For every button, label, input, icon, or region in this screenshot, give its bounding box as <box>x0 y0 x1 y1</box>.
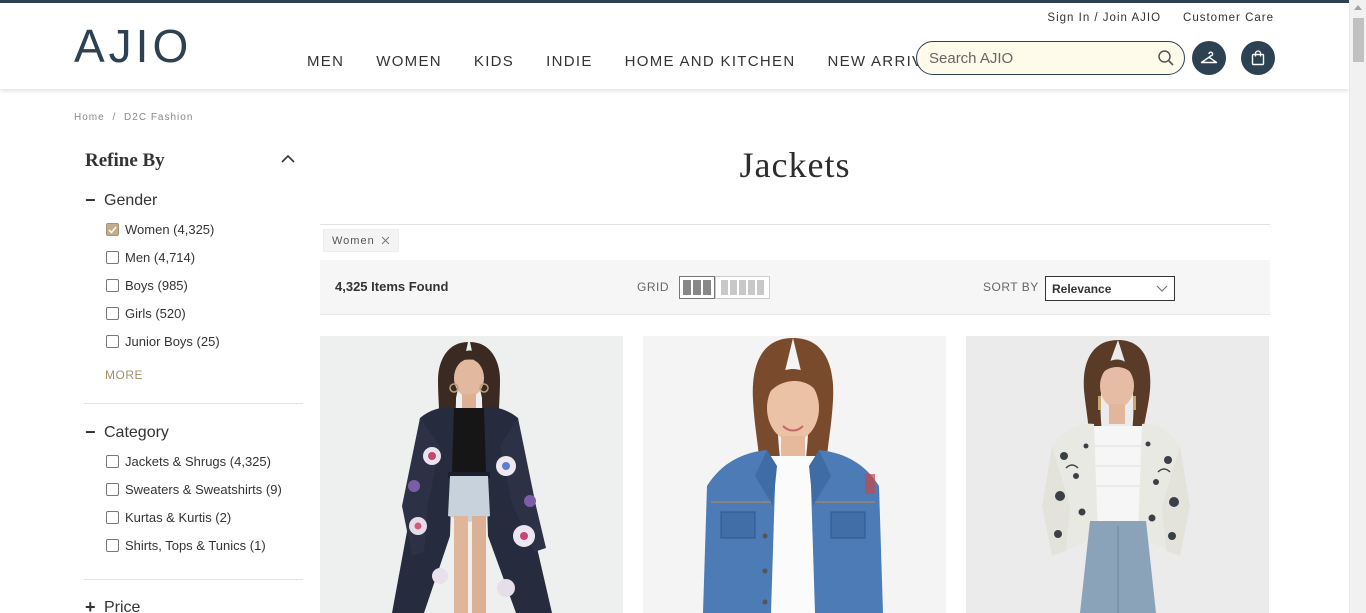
site-header: AJIO Sign In / Join AJIO Customer Care M… <box>0 3 1349 89</box>
collapse-icon: − <box>85 190 96 210</box>
collapse-icon: − <box>85 422 96 442</box>
search-icon[interactable] <box>1157 49 1175 67</box>
divider <box>320 224 1270 225</box>
divider <box>84 579 303 580</box>
filter-category-label: Category <box>104 423 169 441</box>
filter-option-label: Girls (520) <box>125 306 186 321</box>
chevron-down-icon <box>1156 285 1168 292</box>
expand-icon: + <box>85 597 96 613</box>
product-image <box>966 336 1269 613</box>
nav-indie[interactable]: INDIE <box>546 53 593 70</box>
filter-option-men[interactable]: Men (4,714) <box>106 250 195 265</box>
filter-price-label: Price <box>104 598 141 613</box>
checkbox-icon[interactable] <box>106 307 119 320</box>
refine-by-heading: Refine By <box>85 150 165 171</box>
chevron-up-icon[interactable] <box>281 154 295 164</box>
more-link[interactable]: MORE <box>105 368 143 382</box>
nav-women[interactable]: WOMEN <box>376 53 442 70</box>
page-title: Jackets <box>739 145 851 185</box>
filter-option-kurtas[interactable]: Kurtas & Kurtis (2) <box>106 510 231 525</box>
filter-option-jackets-shrugs[interactable]: Jackets & Shrugs (4,325) <box>106 454 271 469</box>
grid-label: GRID <box>637 280 669 294</box>
breadcrumb: Home / D2C Fashion <box>74 112 193 123</box>
items-found-count: 4,325 Items Found <box>335 279 449 294</box>
filter-price-header[interactable]: + Price <box>85 597 140 613</box>
filter-option-label: Sweaters & Sweatshirts (9) <box>125 482 282 497</box>
breadcrumb-d2c-fashion[interactable]: D2C Fashion <box>124 112 193 123</box>
filter-option-label: Jackets & Shrugs (4,325) <box>125 454 271 469</box>
customer-care-link[interactable]: Customer Care <box>1183 12 1274 24</box>
breadcrumb-separator: / <box>112 112 117 123</box>
filter-option-junior-boys[interactable]: Junior Boys (25) <box>106 334 220 349</box>
checkbox-icon[interactable] <box>106 511 119 524</box>
nav-home-and-kitchen[interactable]: HOME AND KITCHEN <box>625 53 796 70</box>
cart-button[interactable] <box>1241 41 1275 75</box>
filter-option-label: Shirts, Tops & Tunics (1) <box>125 538 266 553</box>
vertical-scrollbar[interactable] <box>1349 0 1366 613</box>
filter-option-label: Men (4,714) <box>125 250 196 265</box>
filter-option-girls[interactable]: Girls (520) <box>106 306 186 321</box>
filter-option-label: Junior Boys (25) <box>125 334 220 349</box>
close-icon[interactable] <box>381 236 390 245</box>
results-toolbar: 4,325 Items Found GRID SORT BY Relevance <box>320 260 1270 315</box>
product-card[interactable] <box>966 336 1269 613</box>
scrollbar-thumb[interactable] <box>1353 18 1364 62</box>
sort-select[interactable]: Relevance <box>1045 276 1175 301</box>
filter-option-sweaters[interactable]: Sweaters & Sweatshirts (9) <box>106 482 282 497</box>
search-input[interactable] <box>917 49 1142 67</box>
checkbox-icon[interactable] <box>106 279 119 292</box>
filter-gender-label: Gender <box>104 191 158 209</box>
nav-kids[interactable]: KIDS <box>474 53 514 70</box>
grid-5-column-icon[interactable] <box>715 276 770 299</box>
top-links: Sign In / Join AJIO Customer Care <box>1047 12 1274 24</box>
sort-selected-value: Relevance <box>1052 282 1112 296</box>
main-nav: MEN WOMEN KIDS INDIE HOME AND KITCHEN NE… <box>307 53 955 70</box>
nav-men[interactable]: MEN <box>307 53 344 70</box>
wishlist-button[interactable] <box>1192 41 1226 75</box>
active-filter-label: Women <box>332 234 375 247</box>
filter-option-label: Kurtas & Kurtis (2) <box>125 510 232 525</box>
product-card[interactable] <box>643 336 946 613</box>
checkbox-icon[interactable] <box>106 539 119 552</box>
breadcrumb-home[interactable]: Home <box>74 112 105 123</box>
active-filter-chip: Women <box>323 229 399 252</box>
filter-gender-header[interactable]: − Gender <box>85 190 157 211</box>
checkbox-icon[interactable] <box>106 455 119 468</box>
bag-icon <box>1251 50 1265 66</box>
product-image <box>643 336 946 613</box>
filter-category-header[interactable]: − Category <box>85 422 169 443</box>
hanger-icon <box>1200 51 1218 64</box>
product-card[interactable] <box>320 336 623 613</box>
filter-option-women[interactable]: Women (4,325) <box>106 222 214 237</box>
divider <box>84 403 303 404</box>
grid-3-column-icon[interactable] <box>679 276 715 299</box>
filter-option-shirts-tops[interactable]: Shirts, Tops & Tunics (1) <box>106 538 266 553</box>
checkbox-icon[interactable] <box>106 335 119 348</box>
checkbox-icon[interactable] <box>106 483 119 496</box>
filter-option-label: Boys (985) <box>125 278 188 293</box>
search-box <box>916 41 1185 75</box>
sort-by-label: SORT BY <box>983 280 1039 294</box>
filter-option-label: Women (4,325) <box>125 222 215 237</box>
ajio-logo[interactable]: AJIO <box>74 23 192 69</box>
scroll-up-arrow-icon[interactable] <box>1354 5 1362 10</box>
checkbox-icon[interactable] <box>106 251 119 264</box>
checkbox-checked-icon[interactable] <box>106 223 119 236</box>
sign-in-link[interactable]: Sign In / Join AJIO <box>1047 12 1161 24</box>
product-image <box>320 336 623 613</box>
filter-option-boys[interactable]: Boys (985) <box>106 278 188 293</box>
